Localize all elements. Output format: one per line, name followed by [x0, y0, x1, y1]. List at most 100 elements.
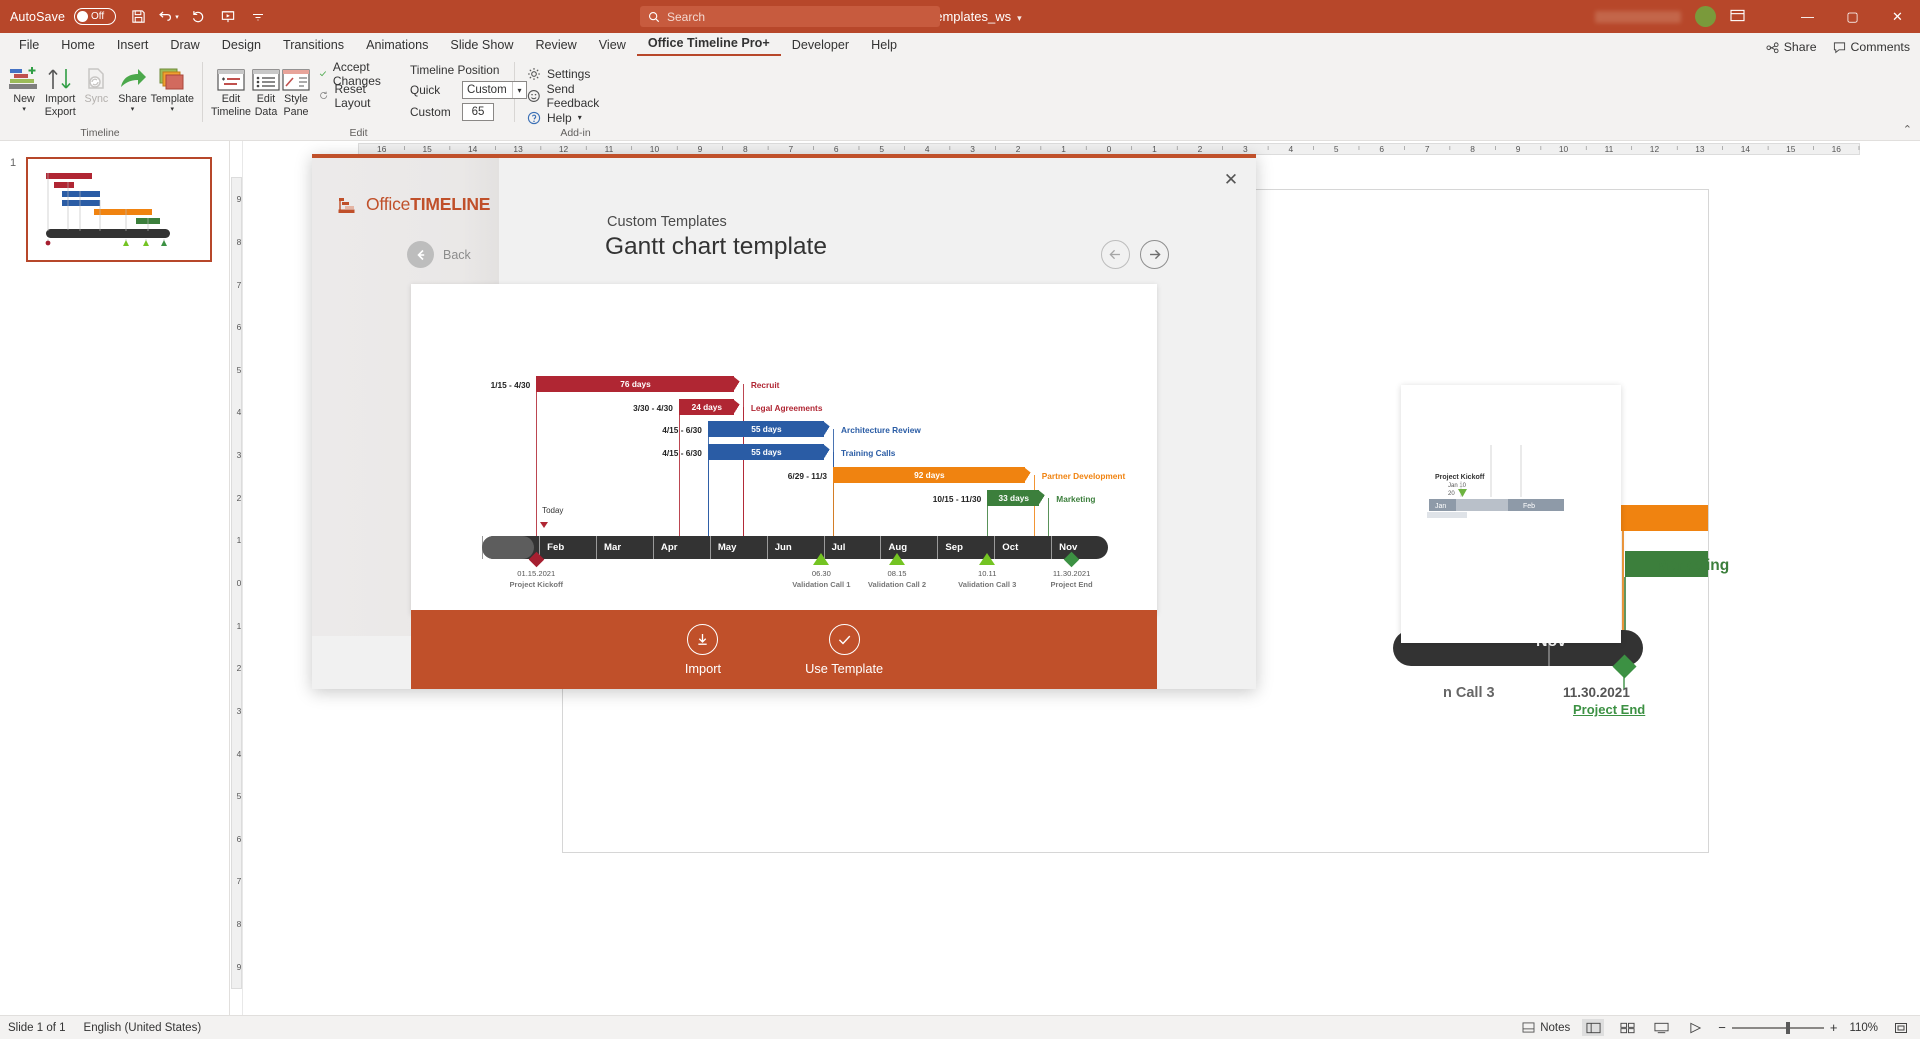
fit-to-window-icon[interactable] — [1890, 1019, 1912, 1036]
gantt-task-bar[interactable]: 55 days — [708, 421, 833, 437]
edit-data-button[interactable]: Edit Data — [251, 60, 281, 117]
close-icon[interactable]: ✕ — [1218, 167, 1244, 193]
reset-layout-button[interactable]: Reset Layout — [319, 86, 386, 105]
tab-home[interactable]: Home — [50, 35, 106, 56]
settings-button[interactable]: Settings — [527, 64, 628, 83]
gantt-milestone-triangle[interactable] — [979, 553, 995, 565]
tab-help[interactable]: Help — [860, 35, 908, 56]
slide-sorter-icon[interactable] — [1616, 1019, 1638, 1036]
minimize-button[interactable]: — — [1785, 0, 1830, 33]
send-feedback-button[interactable]: Send Feedback — [527, 86, 628, 105]
dialog-title: Gantt chart template — [605, 233, 827, 261]
share-timeline-button[interactable]: Share ▾ — [114, 60, 150, 113]
bg-marketing-label: Marketing — [1656, 557, 1729, 575]
tab-transitions[interactable]: Transitions — [272, 35, 355, 56]
tab-animations[interactable]: Animations — [355, 35, 439, 56]
undo-icon[interactable]: ▾ — [154, 4, 182, 30]
next-template-button[interactable] — [1140, 240, 1169, 269]
tab-office-timeline-pro[interactable]: Office Timeline Pro+ — [637, 33, 781, 56]
slide-info[interactable]: Slide 1 of 1 — [8, 1022, 66, 1034]
close-button[interactable]: ✕ — [1875, 0, 1920, 33]
gantt-task-bar[interactable]: 76 days — [536, 376, 743, 392]
import-button[interactable]: Import — [685, 624, 721, 676]
gear-icon — [527, 67, 541, 81]
gantt-task-bar[interactable]: 92 days — [833, 467, 1034, 483]
share-label: Share — [1784, 40, 1817, 54]
slide-thumbnail-1[interactable] — [26, 157, 212, 262]
tab-draw[interactable]: Draw — [159, 35, 210, 56]
gantt-task-bar[interactable]: 24 days — [679, 399, 743, 415]
axis-month: Feb — [539, 536, 596, 559]
tab-insert[interactable]: Insert — [106, 35, 160, 56]
gantt-milestone-triangle[interactable] — [813, 553, 829, 565]
tab-review[interactable]: Review — [524, 35, 587, 56]
share-caret-icon[interactable]: ▾ — [131, 107, 135, 113]
help-caret-icon[interactable]: ▾ — [578, 113, 582, 122]
autosave-toggle[interactable]: Off — [74, 8, 116, 25]
save-icon[interactable] — [124, 4, 152, 30]
zoom-level[interactable]: 110% — [1849, 1022, 1878, 1034]
h-ruler-tick: 11 — [605, 144, 614, 154]
slideshow-icon[interactable] — [1684, 1019, 1706, 1036]
bg-project-end-date: 11.30.2021 — [1563, 685, 1630, 700]
reading-view-icon[interactable] — [1650, 1019, 1672, 1036]
account-name — [1595, 11, 1681, 23]
language-indicator[interactable]: English (United States) — [84, 1022, 202, 1034]
notes-button[interactable]: Notes — [1522, 1022, 1570, 1034]
zoom-slider[interactable]: − + — [1718, 1020, 1837, 1035]
v-ruler-tick: 5 — [237, 791, 242, 801]
ribbon-group-edit: Edit Timeline Edit Data Style Pane — [205, 56, 512, 141]
ribbon-display-options-icon[interactable] — [1730, 9, 1745, 25]
gantt-task-bar[interactable]: 33 days — [987, 490, 1048, 506]
tab-design[interactable]: Design — [211, 35, 272, 56]
new-timeline-button[interactable]: New ▾ — [6, 60, 42, 113]
gantt-chart: 76 days1/15 - 4/30Recruit24 days3/30 - 4… — [411, 284, 1157, 614]
style-pane-button[interactable]: Style Pane — [281, 60, 311, 117]
h-ruler-minor: ı — [1131, 145, 1133, 152]
present-icon[interactable] — [214, 4, 242, 30]
h-ruler-tick: 13 — [513, 144, 522, 154]
vertical-ruler[interactable]: 9876543210123456789 — [230, 141, 243, 1015]
accept-changes-button[interactable]: Accept Changes — [319, 64, 386, 83]
template-button[interactable]: Template ▾ — [151, 60, 194, 113]
zoom-knob[interactable] — [1786, 1022, 1790, 1034]
normal-view-icon[interactable] — [1582, 1019, 1604, 1036]
account-area — [1595, 0, 1745, 33]
back-button[interactable]: Back — [407, 241, 471, 268]
template-caret-icon[interactable]: ▾ — [171, 107, 175, 113]
v-ruler-tick: 6 — [237, 834, 242, 844]
tab-developer[interactable]: Developer — [781, 35, 860, 56]
customize-qat-icon[interactable] — [244, 4, 272, 30]
gantt-milestone-triangle[interactable] — [889, 553, 905, 565]
zoom-in-button[interactable]: + — [1830, 1020, 1838, 1035]
previous-template-button[interactable] — [1101, 240, 1130, 269]
share-button[interactable]: Share — [1766, 40, 1817, 54]
comments-button[interactable]: Comments — [1833, 40, 1910, 54]
tab-slide-show[interactable]: Slide Show — [439, 35, 524, 56]
template-label: Template — [151, 94, 194, 106]
search-input[interactable]: Search — [640, 6, 940, 27]
notes-label: Notes — [1540, 1022, 1570, 1034]
tab-file[interactable]: File — [8, 35, 50, 56]
sync-button[interactable]: Sync — [78, 60, 114, 106]
h-ruler-tick: 3 — [1243, 144, 1248, 154]
zoom-track[interactable] — [1732, 1027, 1824, 1029]
gantt-milestone-name: Validation Call 1 — [792, 580, 850, 589]
title-dropdown-icon[interactable]: ▾ — [1017, 13, 1022, 23]
custom-position-input[interactable]: 65 — [462, 103, 494, 121]
tab-view[interactable]: View — [588, 35, 637, 56]
h-ruler-minor: ı — [631, 145, 633, 152]
import-download-icon — [687, 624, 718, 655]
new-caret-icon[interactable]: ▾ — [22, 107, 26, 113]
collapse-ribbon-button[interactable]: ⌃ — [1903, 123, 1912, 136]
redo-icon[interactable] — [184, 4, 212, 30]
use-template-button[interactable]: Use Template — [805, 624, 883, 676]
zoom-out-button[interactable]: − — [1718, 1020, 1726, 1035]
import-export-button[interactable]: Import Export — [42, 60, 78, 117]
axis-month: Jul — [824, 536, 881, 559]
gantt-task-bar[interactable]: 55 days — [708, 444, 833, 460]
maximize-button[interactable]: ▢ — [1830, 0, 1875, 33]
avatar[interactable] — [1695, 6, 1716, 27]
edit-timeline-button[interactable]: Edit Timeline — [211, 60, 251, 117]
help-button[interactable]: Help ▾ — [527, 108, 628, 127]
